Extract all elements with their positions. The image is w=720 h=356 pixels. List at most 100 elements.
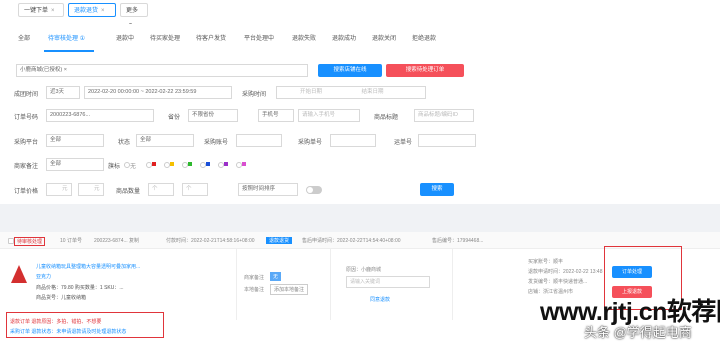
purchase-account-input[interactable]	[236, 134, 282, 147]
tab-platform[interactable]: 平台处理中	[244, 33, 274, 42]
search-button[interactable]: 搜索	[420, 183, 454, 196]
purchase-date-range[interactable]: 开始日期 结束日期	[276, 86, 426, 99]
refund-badge: 退款退货	[266, 237, 293, 244]
tracking-input[interactable]	[418, 134, 476, 147]
top-tab-label: 一键下单	[24, 8, 49, 14]
shop-select[interactable]: 小鹿商城(已授权) ×	[16, 64, 308, 77]
merchant-note-label: 商家备注	[244, 275, 265, 281]
price-to-input[interactable]: 元	[78, 183, 104, 196]
tab-pending-review[interactable]: 待审核处理 ①	[48, 33, 85, 42]
phone-type-select[interactable]: 手机号	[258, 109, 294, 122]
product-thumbnail[interactable]	[8, 263, 30, 289]
top-tab-bar: 一键下单× 退款退货× 更多▾	[0, 0, 720, 28]
buyer-account: 买家账号：顺丰	[528, 259, 564, 265]
tab-refund-failed[interactable]: 退款失败	[292, 33, 316, 42]
search-shop-button[interactable]: 搜索店铺在线	[318, 64, 382, 77]
yellow-flag-icon	[170, 162, 174, 166]
flag-label: 旗标	[108, 164, 121, 170]
purchase-order-input[interactable]	[330, 134, 376, 147]
top-tab-one-click-order[interactable]: 一键下单 ×	[18, 3, 64, 17]
title-input[interactable]: 商品标题/编码ID	[414, 109, 474, 122]
top-tab-label: 更多	[126, 8, 139, 14]
qty-from-input[interactable]: 个	[148, 183, 174, 196]
order-no-value[interactable]: 200223-6874... 复制	[94, 237, 139, 244]
shop-tag: 小鹿商城(已授权)	[20, 67, 63, 73]
price-from-input[interactable]: 元	[46, 183, 72, 196]
tab-refund-closed[interactable]: 退款关闭	[372, 33, 396, 42]
flag-none-label: 无	[130, 164, 137, 170]
order-no-label: 10 订单号	[60, 238, 82, 244]
unit: 元	[62, 186, 68, 192]
refund-apply-time: 退款申请时间：2022-02-22 13:48	[528, 269, 603, 275]
tab-refund-success[interactable]: 退款成功	[332, 33, 356, 42]
filter-panel: 小鹿商城(已授权) × 搜索店铺在线 搜索待处理订单 成团时间 近3天 2022…	[0, 52, 720, 204]
tracking-label: 运单号	[394, 140, 413, 146]
province-select[interactable]: 不限省份	[188, 109, 238, 122]
start-date: 开始日期	[300, 89, 323, 95]
green-flag-icon	[188, 162, 192, 166]
red-flag-icon	[152, 162, 156, 166]
title-label: 商品标题	[374, 115, 399, 121]
merchant-note-label: 商家备注	[14, 164, 39, 170]
agree-refund-link[interactable]: 同意退款	[370, 296, 390, 303]
top-tab-more[interactable]: 更多▾	[120, 3, 148, 28]
sort-select[interactable]: 按照时间排序	[238, 183, 298, 196]
time-range-select[interactable]: 近3天	[46, 86, 80, 99]
merchant-note-button[interactable]: 无	[270, 272, 282, 281]
product-code: 商品货号：儿童收纳箱	[36, 295, 87, 301]
status-label: 状态	[118, 140, 131, 146]
pink-flag-icon	[242, 162, 246, 166]
order-no-input[interactable]: 2000223-6876...	[46, 109, 154, 122]
pending-orders-button[interactable]: 搜索待处理订单	[386, 64, 464, 77]
status-tabs: 全部 待审核处理 ① 退款中 待买家处理 待客户发货 平台处理中 退款失败 退款…	[0, 24, 720, 53]
top-tab-refund[interactable]: 退款退货 ×	[68, 3, 116, 17]
unit: 元	[94, 186, 100, 192]
ship-info: 发货编号：顺丰快递普通...	[528, 279, 588, 285]
purple-flag-icon	[224, 162, 228, 166]
merchant-note-select[interactable]: 全部	[46, 158, 104, 171]
phone-input[interactable]: 请输入手机号	[298, 109, 360, 122]
divider	[236, 248, 237, 320]
apply-time: 售后申请时间：2022-02-22T14:54:40+08:00	[302, 238, 401, 244]
status-select[interactable]: 全部	[136, 134, 194, 147]
qty-label: 商品数量	[116, 189, 141, 195]
local-note-label: 本地备注	[244, 287, 265, 293]
order-no-label: 订单号码	[14, 115, 39, 121]
divider	[452, 248, 453, 320]
province-label: 省份	[168, 115, 181, 121]
time-label: 成团时间	[14, 92, 39, 98]
product-title[interactable]: 儿童收纳箱玩具整理箱大容量透明可叠加家用...	[36, 263, 186, 270]
date-range-input[interactable]: 2022-02-20 00:00:00 ~ 2022-02-22 23:59:5…	[84, 86, 232, 99]
top-tab-label: 退款退货	[74, 8, 99, 14]
purchase-order-label: 采购单号	[298, 140, 323, 146]
after-sale-no: 售后编号：17994468...	[432, 238, 484, 244]
qty-to-input[interactable]: 个	[182, 183, 208, 196]
tab-all[interactable]: 全部	[18, 33, 30, 42]
blue-flag-icon	[206, 162, 210, 166]
order-status-tag: 待审核处理	[14, 237, 46, 246]
close-icon[interactable]: ×	[51, 8, 55, 14]
price-line: 商品价格：79.80 购买数量：1 SKU：...	[36, 285, 124, 291]
product-sku: 亚克力	[36, 274, 52, 280]
platform-label: 采购平台	[14, 140, 39, 146]
close-icon[interactable]: ×	[64, 67, 67, 73]
pay-time: 付款时间：2022-02-21T14:58:16+08:00	[166, 238, 255, 244]
tab-customer-ship[interactable]: 待客户发货	[196, 33, 226, 42]
purchase-account-label: 采购账号	[204, 140, 229, 146]
divider	[330, 248, 331, 320]
price-label: 订单价格	[14, 189, 39, 195]
add-local-note-button[interactable]: 添加本地备注	[270, 284, 309, 295]
tab-refund-rejected[interactable]: 拒绝退款	[412, 33, 436, 42]
sort-toggle[interactable]	[306, 186, 322, 194]
reason-input[interactable]: 请输入关键词	[346, 276, 430, 288]
reason-text: 原因：小鹿商城	[346, 267, 382, 273]
purchase-time-label: 采购时间	[242, 92, 267, 98]
end-date: 结束日期	[361, 89, 384, 95]
platform-select[interactable]: 全部	[46, 134, 104, 147]
tab-buyer-pending[interactable]: 待买家处理	[150, 33, 180, 42]
author-watermark: 头条 @学得起电商	[584, 325, 692, 340]
highlight-box-info	[6, 312, 164, 338]
close-icon[interactable]: ×	[101, 8, 105, 14]
product-image	[11, 265, 27, 283]
tab-refunding[interactable]: 退款中	[116, 33, 134, 42]
